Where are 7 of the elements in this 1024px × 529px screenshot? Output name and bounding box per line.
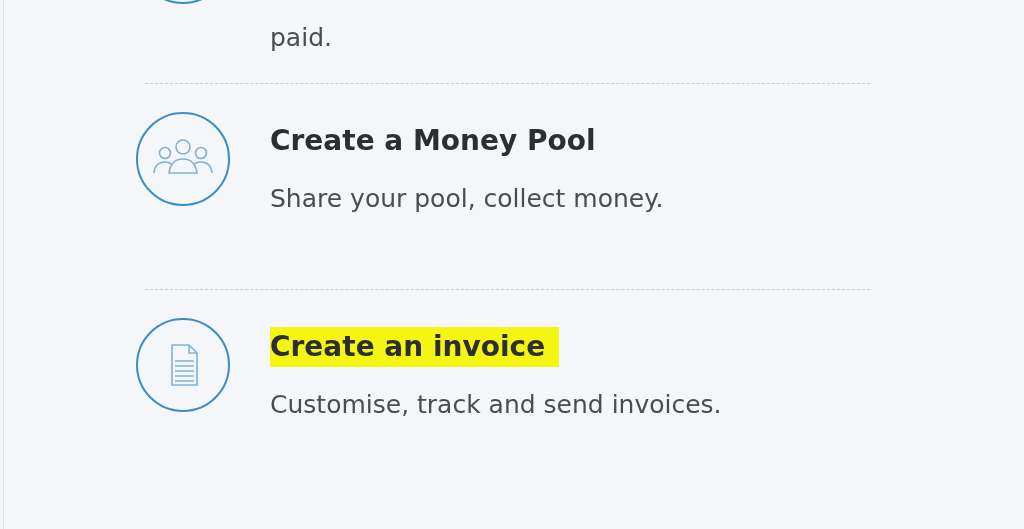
option-title[interactable]: Create a Money Pool	[270, 121, 596, 161]
option-description: paid.	[270, 22, 333, 54]
document-icon	[135, 317, 231, 413]
option-title[interactable]: Create an invoice	[270, 327, 560, 367]
people-icon	[135, 111, 231, 207]
option-description: Share your pool, collect money.	[270, 183, 665, 215]
option-description: Customise, track and send invoices.	[270, 389, 723, 421]
